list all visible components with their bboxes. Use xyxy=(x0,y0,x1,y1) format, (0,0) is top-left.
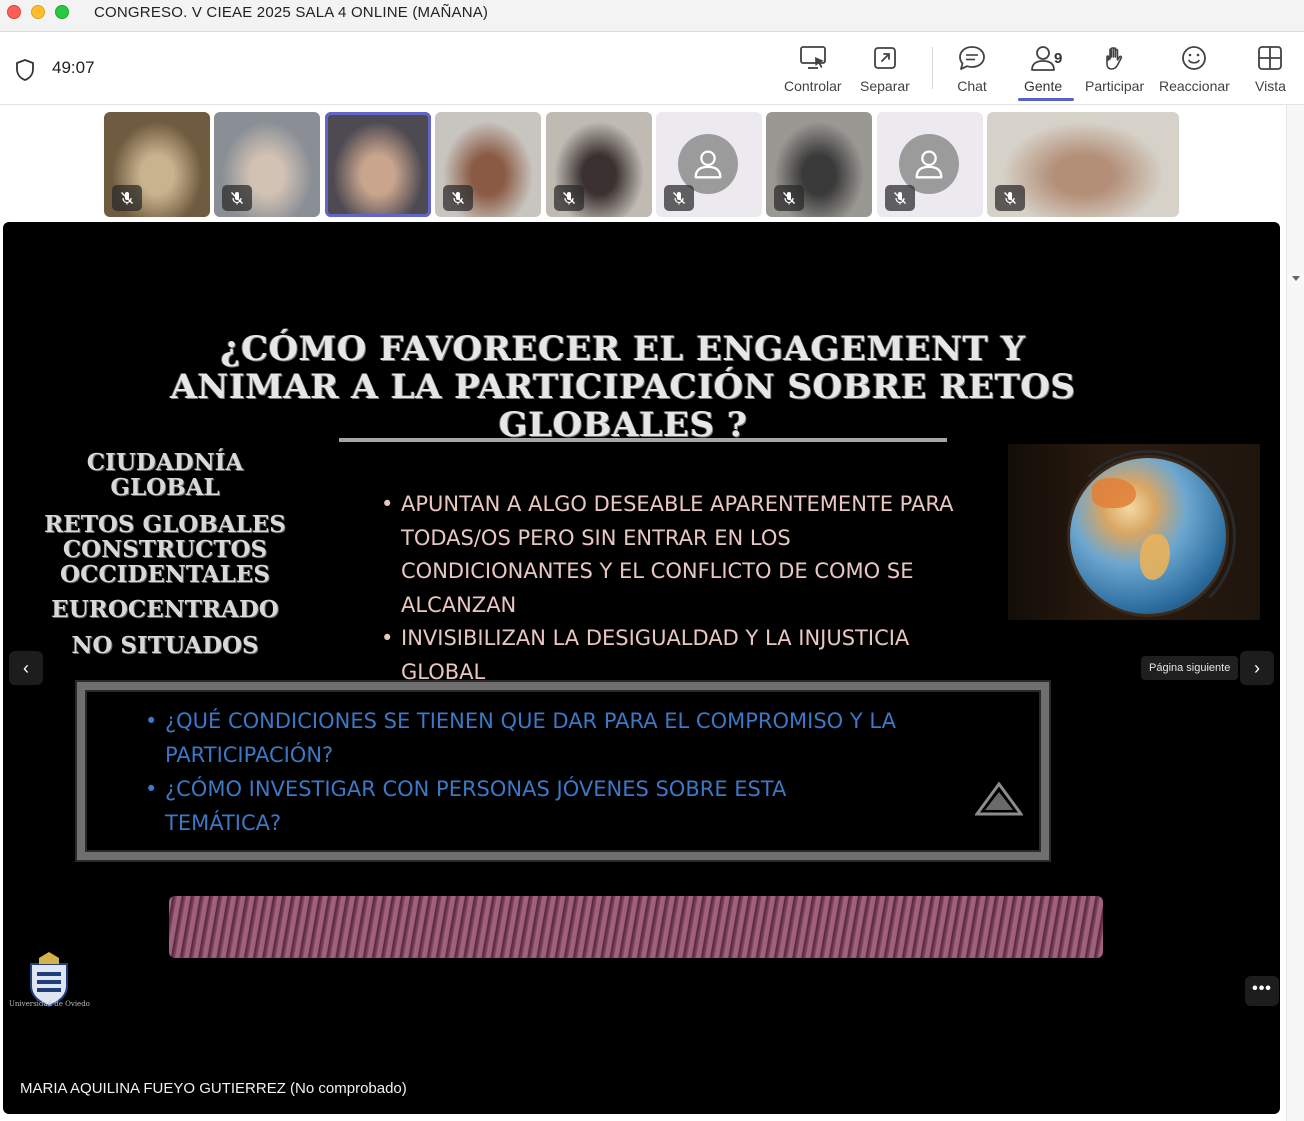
participant-tile[interactable] xyxy=(325,112,431,217)
slide-bullet: INVISIBILIZAN LA DESIGUALDAD Y LA INJUST… xyxy=(381,622,961,689)
window-title-bar: CONGRESO. V CIEAE 2025 SALA 4 ONLINE (MA… xyxy=(0,0,1304,32)
close-window-button[interactable] xyxy=(7,5,21,19)
active-tab-indicator xyxy=(1018,98,1074,101)
mute-indicator xyxy=(443,185,473,211)
slide-question: ¿CÓMO INVESTIGAR CON PERSONAS JÓVENES SO… xyxy=(145,772,905,840)
participant-tile[interactable] xyxy=(214,112,320,217)
slide-questions: ¿QUÉ CONDICIONES SE TIENEN QUE DAR PARA … xyxy=(145,704,905,840)
side-scrollbar[interactable] xyxy=(1286,105,1304,1121)
muted-mic-icon xyxy=(231,192,243,205)
participant-tile[interactable] xyxy=(435,112,541,217)
slide-title: ¿CÓMO FAVORECER EL ENGAGEMENT Y ANIMAR A… xyxy=(170,329,1076,445)
muted-mic-icon xyxy=(894,192,906,205)
university-caption: Universidad de Oviedo xyxy=(9,1000,90,1008)
meeting-toolbar: 49:07 Controlar Separar Chat Gente 9 Par… xyxy=(0,32,1304,105)
people-count-badge: 9 xyxy=(1054,50,1063,67)
grid-view-icon xyxy=(1258,46,1283,70)
mute-indicator xyxy=(112,185,142,211)
window-title: CONGRESO. V CIEAE 2025 SALA 4 ONLINE (MA… xyxy=(94,4,489,21)
slide-bullets: APUNTAN A ALGO DESEABLE APARENTEMENTE PA… xyxy=(381,488,961,689)
presenter-name: MARIA AQUILINA FUEYO GUTIERREZ (No compr… xyxy=(20,1080,407,1097)
next-page-button[interactable]: › xyxy=(1240,651,1274,685)
muted-mic-icon xyxy=(673,192,685,205)
participant-tile[interactable] xyxy=(546,112,652,217)
participant-tile[interactable] xyxy=(987,112,1179,217)
reaccionar-button[interactable]: Reaccionar xyxy=(1159,44,1230,100)
chevron-left-icon: ‹ xyxy=(23,657,29,678)
muted-mic-icon xyxy=(121,192,133,205)
smiley-icon xyxy=(1182,46,1207,70)
chevron-right-icon: › xyxy=(1254,657,1260,678)
concept-retos: RETOS GLOBALES CONSTRUCTOS OCCIDENTALES xyxy=(44,511,286,588)
mute-indicator xyxy=(664,185,694,211)
participant-tile[interactable] xyxy=(104,112,210,217)
shared-screen-stage: ¿CÓMO FAVORECER EL ENGAGEMENT Y ANIMAR A… xyxy=(3,222,1280,1114)
warning-triangle-icon xyxy=(975,782,1023,816)
shield-icon xyxy=(16,59,34,81)
controlar-label: Controlar xyxy=(784,78,842,94)
more-options-button[interactable]: ••• xyxy=(1245,976,1279,1006)
chat-button[interactable]: Chat xyxy=(957,44,987,100)
concept-eurocentrado: EUROCENTRADO xyxy=(51,596,279,623)
mute-indicator xyxy=(774,185,804,211)
slide-bullet: APUNTAN A ALGO DESEABLE APARENTEMENTE PA… xyxy=(381,488,961,622)
concept-ciudadania: CIUDADNÍA GLOBAL xyxy=(86,449,244,501)
muted-mic-icon xyxy=(1004,192,1016,205)
person-icon xyxy=(694,150,722,179)
screen-control-icon xyxy=(799,46,826,69)
chat-icon xyxy=(959,46,985,70)
minimize-window-button[interactable] xyxy=(31,5,45,19)
reaccionar-label: Reaccionar xyxy=(1159,78,1230,94)
participar-button[interactable]: Participar xyxy=(1085,44,1144,100)
meeting-timer: 49:07 xyxy=(52,58,95,77)
muted-mic-icon xyxy=(452,192,464,205)
more-icon: ••• xyxy=(1252,980,1272,997)
participant-tile[interactable] xyxy=(766,112,872,217)
mute-indicator xyxy=(995,185,1025,211)
pop-out-icon xyxy=(874,47,896,69)
participant-tile[interactable] xyxy=(877,112,983,217)
gente-label: Gente xyxy=(1024,78,1063,94)
concept-no-situados: NO SITUADOS xyxy=(71,632,259,659)
vista-label: Vista xyxy=(1255,78,1286,94)
mute-indicator xyxy=(554,185,584,211)
controlar-button[interactable]: Controlar xyxy=(784,44,842,100)
muted-mic-icon xyxy=(563,192,575,205)
chat-label: Chat xyxy=(957,78,987,94)
vista-button[interactable]: Vista xyxy=(1255,44,1286,100)
zoom-window-button[interactable] xyxy=(55,5,69,19)
next-page-tooltip: Página siguiente xyxy=(1141,656,1239,680)
raise-hand-icon xyxy=(1105,47,1122,70)
slide-question: ¿QUÉ CONDICIONES SE TIENEN QUE DAR PARA … xyxy=(145,704,905,772)
participant-tile[interactable] xyxy=(656,112,762,217)
person-icon xyxy=(915,150,943,179)
chevron-down-icon[interactable] xyxy=(1292,276,1300,281)
muted-mic-icon xyxy=(783,192,795,205)
separar-label: Separar xyxy=(860,78,910,94)
mute-indicator xyxy=(885,185,915,211)
globe-image xyxy=(1008,444,1260,624)
previous-page-button[interactable]: ‹ xyxy=(9,651,43,685)
title-underline xyxy=(339,438,947,442)
mute-indicator xyxy=(222,185,252,211)
pink-chalk-scribble xyxy=(169,896,1103,958)
participar-label: Participar xyxy=(1085,78,1145,94)
separar-button[interactable]: Separar xyxy=(860,44,910,100)
toolbar-divider xyxy=(932,47,933,89)
